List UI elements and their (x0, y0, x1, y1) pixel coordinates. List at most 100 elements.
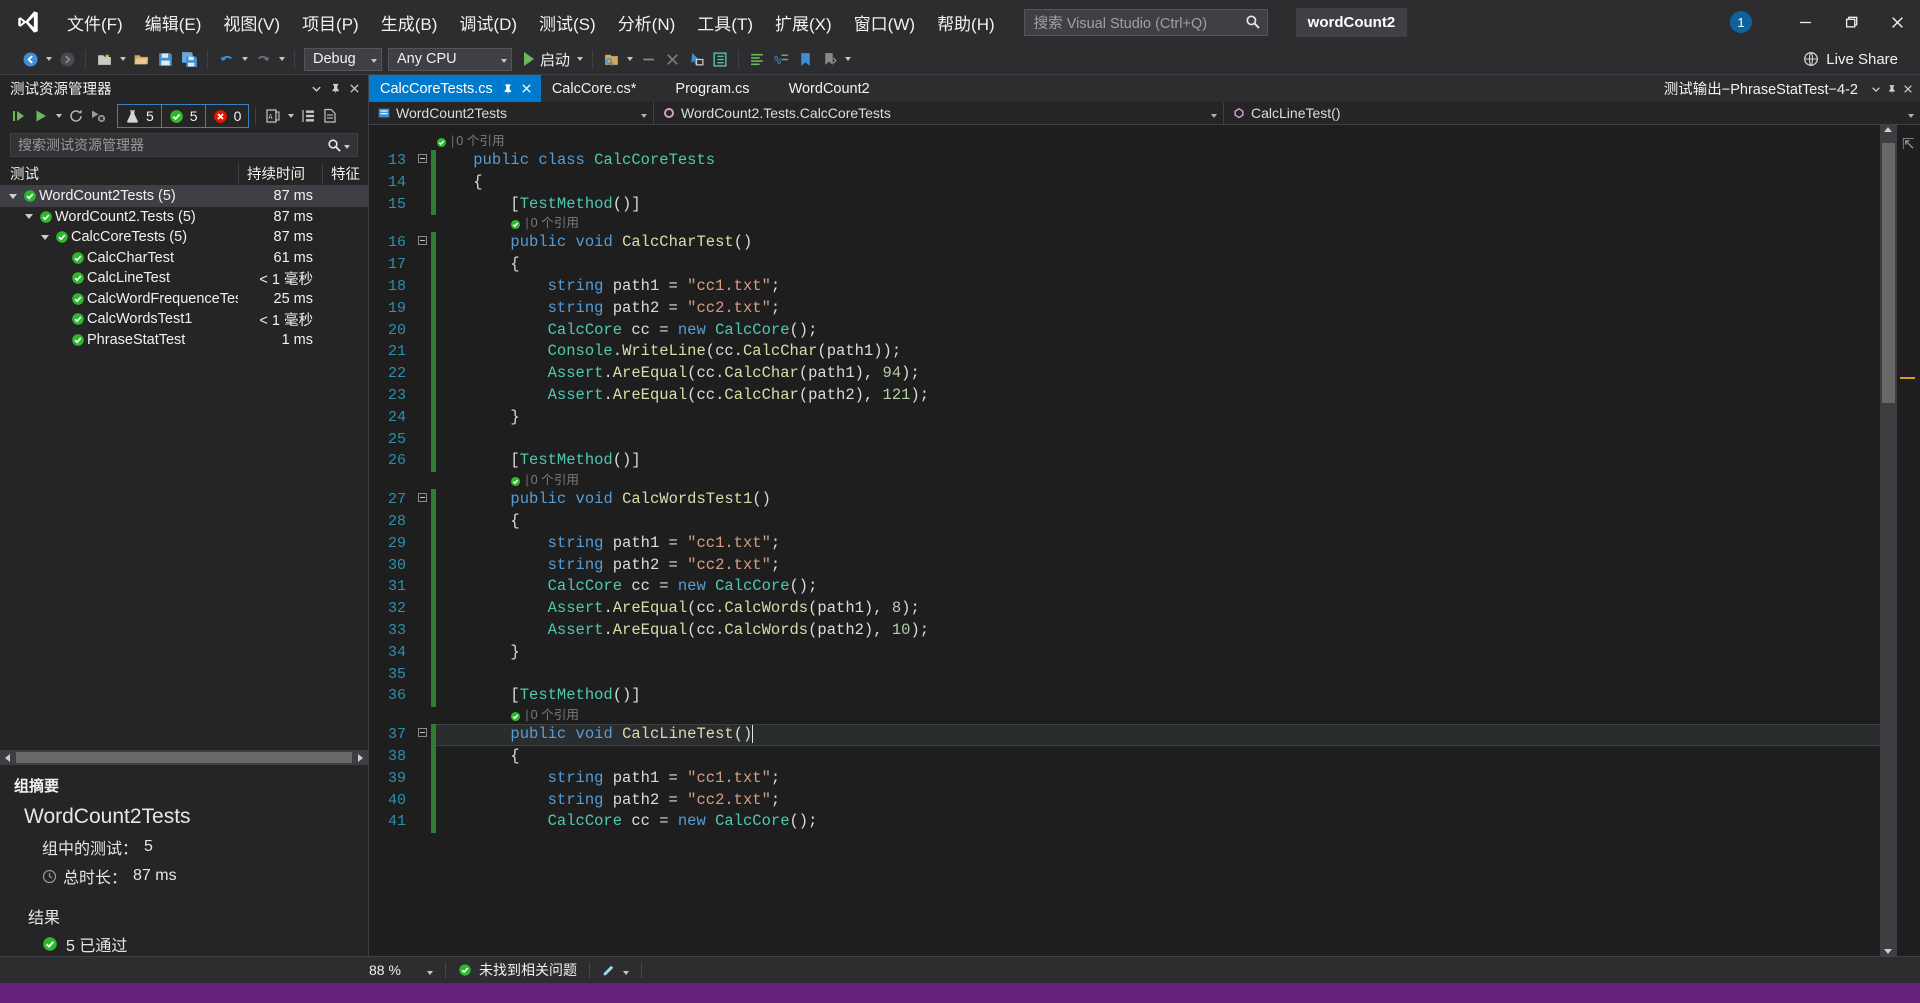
menu-test[interactable]: 测试(S) (528, 0, 607, 44)
code-line[interactable]: CalcCore cc = new CalcCore(); (436, 320, 1880, 342)
test-tree-row[interactable]: CalcWordsTest1 < 1 毫秒 (0, 309, 368, 330)
build-configuration-select[interactable]: Debug (304, 47, 382, 71)
breadcrumb-project-select[interactable]: WordCount2Tests (369, 101, 654, 125)
panel-close-button[interactable] (345, 78, 364, 98)
code-line[interactable]: string path2 = "cc2.txt"; (436, 555, 1880, 577)
code-line[interactable]: { (436, 172, 1880, 194)
failed-tests-count[interactable]: 0 (205, 104, 250, 128)
run-selected-tests-button[interactable] (30, 104, 52, 128)
new-project-button[interactable] (92, 46, 116, 72)
split-view-icon[interactable]: ⇱ (1902, 135, 1915, 153)
test-tree-row[interactable]: CalcCoreTests (5) 87 ms (0, 227, 368, 248)
zoom-caret-icon[interactable] (427, 962, 433, 978)
code-line[interactable]: Console.WriteLine(cc.CalcChar(path1)); (436, 341, 1880, 363)
breadcrumb-member-select[interactable]: CalcLineTest() (1224, 102, 1920, 125)
code-content[interactable]: | 0 个引用 public class CalcCoreTests { [Tes… (436, 125, 1880, 956)
code-line[interactable]: public void CalcLineTest() (436, 724, 1880, 746)
fold-toggle-icon[interactable] (415, 489, 431, 511)
code-line[interactable]: Assert.AreEqual(cc.CalcWords(path2), 10)… (436, 620, 1880, 642)
new-project-caret[interactable] (116, 46, 129, 72)
menu-project[interactable]: 项目(P) (291, 0, 370, 44)
code-editor[interactable]: 13 14 15 16 17 18 19 20 21 22 23 24 25 26 27 28 29 30 31 32… (369, 125, 1920, 956)
tab-calccoretests-cs[interactable]: CalcCoreTests.cs (369, 75, 541, 102)
search-filter-caret[interactable] (342, 136, 355, 154)
test-tree-horizontal-scrollbar[interactable] (0, 750, 368, 765)
live-share-button[interactable]: Live Share (1803, 51, 1920, 68)
breadcrumb-type-select[interactable]: WordCount2.Tests.CalcCoreTests (654, 101, 1224, 125)
pin-icon[interactable] (502, 83, 514, 95)
test-tree-row[interactable]: WordCount2Tests (5) 87 ms (0, 186, 368, 207)
scroll-left-arrow-icon[interactable] (0, 754, 15, 762)
codelens-reference-count[interactable]: | 0 个引用 (436, 707, 1880, 724)
code-line[interactable]: [TestMethod()] (436, 450, 1880, 472)
next-bookmark-button[interactable] (817, 46, 841, 72)
code-line[interactable]: public void CalcCharTest() (436, 232, 1880, 254)
fold-toggle-icon[interactable] (415, 724, 431, 746)
panel-pin-button[interactable] (326, 78, 345, 98)
scrollbar-thumb[interactable] (16, 752, 352, 763)
panel-menu-button[interactable] (307, 78, 326, 98)
scroll-up-arrow-icon[interactable] (1884, 127, 1892, 132)
menu-analyze[interactable]: 分析(N) (607, 0, 687, 44)
save-all-button[interactable] (177, 46, 201, 72)
column-header-test[interactable]: 测试 (0, 163, 238, 184)
start-debug-button[interactable]: 启动 (515, 46, 573, 72)
tab-close-button[interactable] (1900, 78, 1916, 100)
code-line[interactable]: public class CalcCoreTests (436, 150, 1880, 172)
code-line[interactable]: public void CalcWordsTest1() (436, 489, 1880, 511)
navigate-forward-button[interactable] (55, 46, 79, 72)
problems-status[interactable]: 未找到相关问题 (458, 960, 577, 980)
restore-button[interactable] (1828, 0, 1874, 44)
expand-collapse-icon[interactable] (38, 235, 52, 240)
playlist-button[interactable]: A (262, 104, 284, 128)
code-editor-surface[interactable]: 13 14 15 16 17 18 19 20 21 22 23 24 25 26 27 28 29 30 31 32… (369, 125, 1880, 956)
comment-selection-button[interactable]: % (769, 46, 793, 72)
codelens-reference-count[interactable]: | 0 个引用 (436, 472, 1880, 489)
navigate-backward-button[interactable] (18, 46, 42, 72)
redo-button[interactable] (251, 46, 275, 72)
code-line[interactable] (436, 664, 1880, 686)
close-icon[interactable] (521, 83, 532, 94)
format-document-button[interactable] (745, 46, 769, 72)
undo-caret[interactable] (238, 46, 251, 72)
code-line[interactable]: [TestMethod()] (436, 194, 1880, 216)
column-header-traits[interactable]: 特征 (322, 162, 368, 184)
scroll-right-arrow-icon[interactable] (353, 754, 368, 762)
menu-bar[interactable]: 文件(F) 编辑(E) 视图(V) 项目(P) 生成(B) 调试(D) 测试(S… (56, 0, 1006, 44)
fold-glyph-gutter[interactable] (415, 125, 431, 956)
notification-badge[interactable]: 1 (1730, 11, 1752, 33)
select-element-button[interactable] (684, 46, 708, 72)
quick-search-input[interactable]: 搜索 Visual Studio (Ctrl+Q) (1023, 8, 1268, 36)
toggle-bookmark-button[interactable] (793, 46, 817, 72)
source-control-caret-icon[interactable] (623, 962, 629, 978)
code-line[interactable]: [TestMethod()] (436, 685, 1880, 707)
code-line[interactable]: string path1 = "cc1.txt"; (436, 768, 1880, 790)
menu-debug[interactable]: 调试(D) (448, 0, 528, 44)
codelens-reference-count[interactable]: | 0 个引用 (436, 215, 1880, 232)
bookmark-caret[interactable] (841, 46, 854, 72)
pause-button[interactable] (636, 46, 660, 72)
tab-list-button[interactable] (1868, 78, 1884, 100)
menu-build[interactable]: 生成(B) (370, 0, 449, 44)
cancel-run-button[interactable] (87, 104, 109, 128)
run-all-tests-button[interactable] (8, 104, 30, 128)
code-line[interactable]: CalcCore cc = new CalcCore(); (436, 576, 1880, 598)
build-platform-select[interactable]: Any CPU (388, 47, 512, 71)
code-line[interactable]: { (436, 254, 1880, 276)
stop-button[interactable] (660, 46, 684, 72)
attach-process-caret[interactable] (623, 46, 636, 72)
code-line[interactable]: string path2 = "cc2.txt"; (436, 790, 1880, 812)
test-tree-row[interactable]: CalcCharTest 61 ms (0, 248, 368, 269)
tab-pin-button[interactable] (1884, 78, 1900, 100)
run-dropdown-caret[interactable] (52, 103, 65, 129)
redo-caret[interactable] (275, 46, 288, 72)
code-line[interactable]: string path1 = "cc1.txt"; (436, 276, 1880, 298)
expand-collapse-icon[interactable] (22, 214, 36, 219)
code-line[interactable]: { (436, 511, 1880, 533)
attach-to-process-button[interactable] (599, 46, 623, 72)
expand-collapse-icon[interactable] (6, 194, 20, 199)
playlist-caret[interactable] (284, 103, 297, 129)
code-line[interactable]: Assert.AreEqual(cc.CalcWords(path1), 8); (436, 598, 1880, 620)
test-tree-row[interactable]: CalcWordFrequenceTest 25 ms (0, 289, 368, 310)
code-line[interactable]: Assert.AreEqual(cc.CalcChar(path1), 94); (436, 363, 1880, 385)
